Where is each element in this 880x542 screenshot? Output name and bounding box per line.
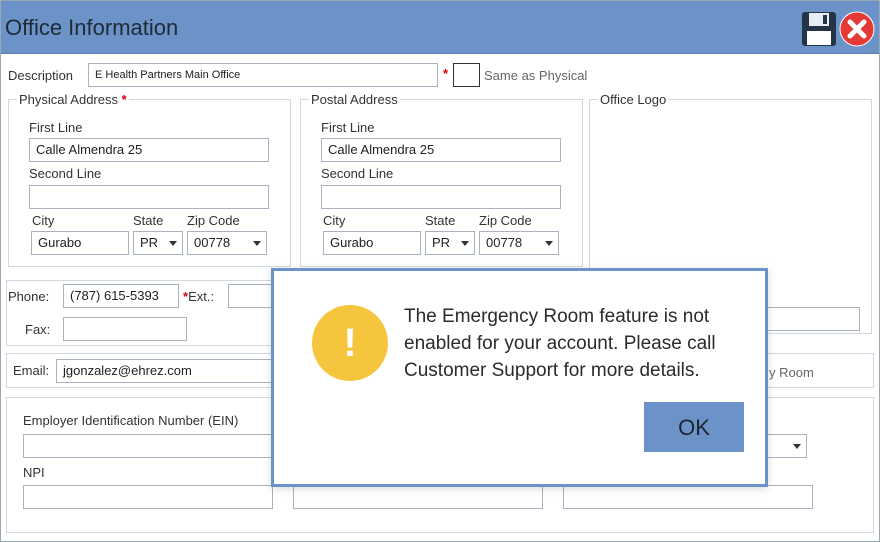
email-label: Email:	[13, 363, 50, 378]
npi-tertiary-input[interactable]	[563, 485, 813, 509]
physical-state-select[interactable]: PR	[133, 231, 183, 255]
physical-zip-value: 00778	[194, 235, 231, 250]
same-as-physical-checkbox[interactable]	[453, 63, 480, 87]
logo-field-input[interactable]	[759, 307, 860, 331]
emergency-room-label-fragment: y Room	[769, 365, 814, 380]
postal-first-line-label: First Line	[321, 120, 375, 135]
email-input[interactable]: jgonzalez@ehrez.com	[56, 359, 276, 383]
chevron-down-icon	[793, 444, 801, 449]
npi-input[interactable]	[23, 485, 273, 509]
postal-second-line-label: Second Line	[321, 166, 394, 181]
chevron-down-icon	[461, 241, 469, 246]
physical-address-title: Physical Address *	[17, 92, 129, 107]
description-label: Description	[8, 68, 74, 83]
ext-label: *Ext.:	[183, 289, 214, 304]
description-required-mark: *	[443, 66, 449, 81]
physical-city-label: City	[32, 213, 55, 228]
close-icon[interactable]	[839, 11, 875, 47]
physical-state-value: PR	[140, 235, 159, 250]
physical-first-line-label: First Line	[29, 120, 83, 135]
fax-label: Fax:	[25, 322, 51, 337]
office-logo-title: Office Logo	[598, 92, 669, 107]
window-title: Office Information	[5, 15, 179, 40]
postal-state-select[interactable]: PR	[425, 231, 475, 255]
physical-required-mark: *	[121, 92, 127, 107]
ext-label-text: Ext.:	[188, 289, 215, 304]
ein-input[interactable]	[23, 434, 273, 458]
physical-city-input[interactable]: Gurabo	[31, 231, 129, 255]
postal-zip-select[interactable]: 00778	[479, 231, 559, 255]
physical-zip-select[interactable]: 00778	[187, 231, 267, 255]
postal-zip-value: 00778	[486, 235, 523, 250]
office-information-window: Office Information Description E Health …	[0, 0, 880, 542]
physical-state-label: State	[133, 213, 164, 228]
postal-first-line-input[interactable]: Calle Almendra 25	[321, 138, 561, 162]
same-as-physical-label: Same as Physical	[484, 68, 588, 83]
npi-secondary-input[interactable]	[293, 485, 543, 509]
phone-label: Phone:	[8, 289, 50, 304]
save-icon[interactable]	[801, 11, 837, 47]
postal-second-line-input[interactable]	[321, 185, 561, 209]
phone-input[interactable]: (787) 615-5393	[63, 284, 179, 308]
npi-label: NPI	[23, 465, 45, 480]
postal-state-value: PR	[432, 235, 451, 250]
postal-address-title: Postal Address	[309, 92, 400, 107]
postal-city-input[interactable]: Gurabo	[323, 231, 421, 255]
physical-second-line-input[interactable]	[29, 185, 269, 209]
physical-zip-label: Zip Code	[187, 213, 240, 228]
title-bar: Office Information	[1, 1, 879, 54]
postal-city-label: City	[323, 213, 346, 228]
dialog-message: The Emergency Room feature is not enable…	[404, 306, 716, 381]
postal-state-label: State	[425, 213, 456, 228]
chevron-down-icon	[169, 241, 177, 246]
physical-second-line-label: Second Line	[29, 166, 102, 181]
description-input[interactable]: E Health Partners Main Office	[88, 63, 438, 87]
chevron-down-icon	[545, 241, 553, 246]
ok-button[interactable]: OK	[644, 402, 744, 452]
physical-first-line-input[interactable]: Calle Almendra 25	[29, 138, 269, 162]
fax-input[interactable]	[63, 317, 187, 341]
emergency-room-dialog: ! The Emergency Room feature is not enab…	[271, 268, 768, 487]
chevron-down-icon	[253, 241, 261, 246]
ext-input[interactable]	[228, 284, 273, 308]
ein-label: Employer Identification Number (EIN)	[23, 413, 239, 428]
physical-address-title-text: Physical Address	[19, 92, 118, 107]
postal-zip-label: Zip Code	[479, 213, 532, 228]
warning-icon: !	[312, 305, 388, 381]
